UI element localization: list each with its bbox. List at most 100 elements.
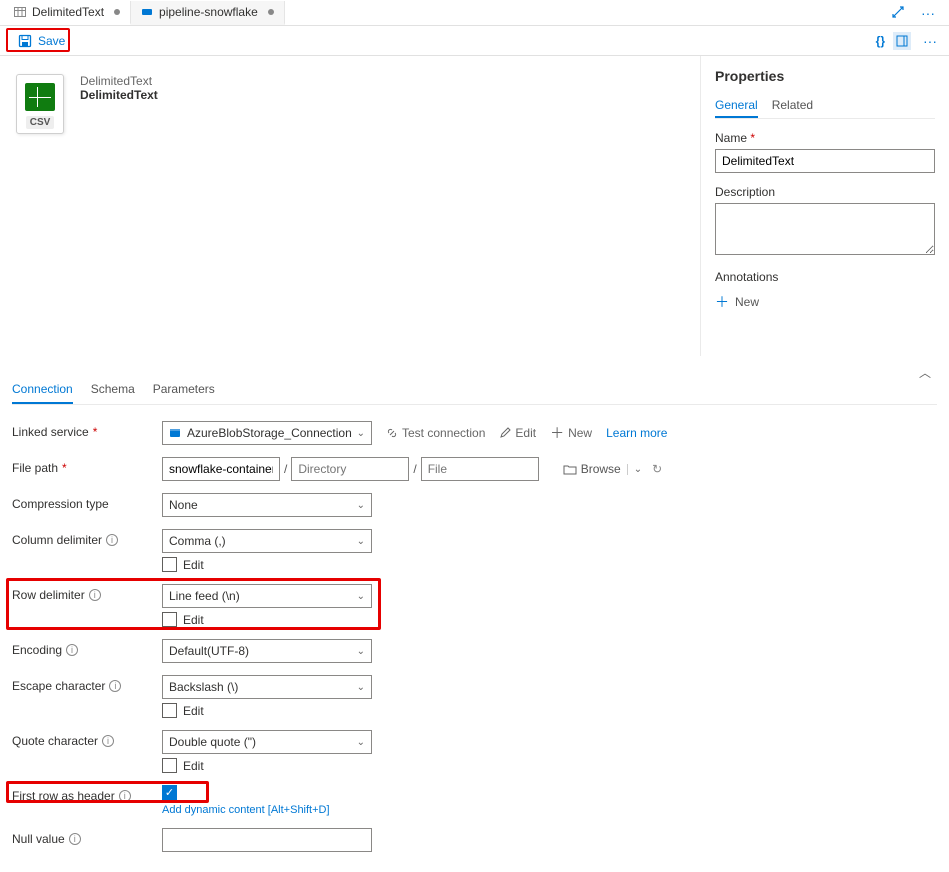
link-icon (386, 427, 398, 439)
new-annotation-label: New (735, 295, 759, 309)
linked-service-value: AzureBlobStorage_Connection (187, 426, 352, 440)
expand-icon[interactable] (887, 3, 909, 23)
more-icon[interactable]: ··· (917, 3, 939, 23)
description-input[interactable] (715, 203, 935, 255)
chevron-down-icon: ⌄ (357, 536, 365, 547)
connection-section: Connection Schema Parameters ︿ Linked se… (0, 356, 949, 872)
save-icon (18, 34, 32, 48)
null-value-label: Null valuei (12, 828, 162, 846)
modified-dot-icon (268, 9, 274, 15)
pencil-icon (499, 427, 511, 439)
name-input[interactable] (715, 149, 935, 173)
chevron-down-icon: ⌄ (357, 428, 365, 439)
main-row: CSV DelimitedText DelimitedText Properti… (0, 56, 949, 356)
encoding-select[interactable]: Default(UTF-8) ⌄ (162, 639, 372, 663)
tab-label: DelimitedText (32, 5, 104, 19)
tab-related[interactable]: Related (772, 94, 813, 118)
file-path-file-input[interactable] (421, 457, 539, 481)
file-path-directory-input[interactable] (291, 457, 409, 481)
modified-dot-icon (114, 9, 120, 15)
quote-char-value: Double quote (") (169, 735, 256, 749)
properties-title: Properties (715, 68, 935, 84)
column-delimiter-edit-checkbox[interactable] (162, 557, 177, 572)
description-label: Description (715, 185, 935, 199)
section-tab-schema[interactable]: Schema (91, 376, 135, 404)
quote-char-select[interactable]: Double quote (") ⌄ (162, 730, 372, 754)
encoding-value: Default(UTF-8) (169, 644, 249, 658)
toolbar: Save {} ··· (0, 26, 949, 56)
properties-panel: Properties General Related Name Descript… (701, 56, 949, 356)
plus-icon: ＋ (715, 292, 729, 312)
storage-icon (169, 427, 181, 439)
learn-more-link[interactable]: Learn more (606, 426, 667, 440)
info-icon[interactable]: i (106, 534, 118, 546)
new-linked-service-button[interactable]: ＋ New (550, 423, 592, 443)
test-connection-button[interactable]: Test connection (386, 426, 485, 440)
file-path-label: File path (12, 457, 162, 475)
escape-char-value: Backslash (\) (169, 680, 238, 694)
info-icon[interactable]: i (119, 790, 131, 802)
file-path-row: / / Browse ⌄ ↻ (162, 457, 937, 481)
save-label: Save (38, 34, 65, 48)
add-annotation-button[interactable]: ＋ New (715, 292, 759, 312)
dataset-section-tabs: Connection Schema Parameters ︿ (12, 356, 937, 405)
null-value-input[interactable] (162, 828, 372, 852)
escape-char-label: Escape characteri (12, 675, 162, 693)
file-path-refresh-icon[interactable]: ↻ (652, 462, 662, 476)
tab-label: pipeline-snowflake (159, 5, 258, 19)
quote-char-label: Quote characteri (12, 730, 162, 748)
file-path-container-input[interactable] (162, 457, 280, 481)
edit-checkbox-label: Edit (183, 558, 204, 572)
path-separator: / (284, 462, 287, 476)
add-dynamic-content-link[interactable]: Add dynamic content [Alt+Shift+D] (162, 804, 937, 816)
tab-pipeline-snowflake[interactable]: pipeline-snowflake (131, 1, 285, 25)
encoding-label: Encodingi (12, 639, 162, 657)
chevron-down-icon: ⌄ (357, 737, 365, 748)
linked-service-label: Linked service (12, 421, 162, 439)
browse-button[interactable]: Browse (563, 462, 621, 476)
row-delimiter-edit-checkbox[interactable] (162, 612, 177, 627)
tab-delimitedtext[interactable]: DelimitedText (4, 1, 131, 25)
info-icon[interactable]: i (66, 644, 78, 656)
row-delimiter-value: Line feed (\n) (169, 589, 240, 603)
properties-toggle-icon[interactable] (893, 32, 911, 50)
name-label: Name (715, 131, 935, 145)
csv-file-icon: CSV (16, 74, 64, 134)
quote-char-edit-checkbox[interactable] (162, 758, 177, 773)
plus-icon: ＋ (550, 423, 564, 443)
info-icon[interactable]: i (89, 589, 101, 601)
column-delimiter-select[interactable]: Comma (,) ⌄ (162, 529, 372, 553)
linked-service-select[interactable]: AzureBlobStorage_Connection ⌄ (162, 421, 372, 445)
compression-value: None (169, 498, 198, 512)
edit-checkbox-label: Edit (183, 613, 204, 627)
csv-badge: CSV (26, 116, 55, 129)
first-row-header-label: First row as headeri (12, 785, 162, 803)
editor-tabbar: DelimitedText pipeline-snowflake ··· (0, 0, 949, 26)
section-tab-parameters[interactable]: Parameters (153, 376, 215, 404)
edit-checkbox-label: Edit (183, 759, 204, 773)
tab-general[interactable]: General (715, 94, 758, 118)
row-delimiter-select[interactable]: Line feed (\n) ⌄ (162, 584, 372, 608)
save-button[interactable]: Save (8, 30, 75, 52)
dataset-type-label: DelimitedText (80, 74, 158, 88)
code-view-icon[interactable]: {} (876, 34, 885, 48)
info-icon[interactable]: i (102, 735, 114, 747)
compression-select[interactable]: None ⌄ (162, 493, 372, 517)
section-collapse-icon[interactable]: ︿ (919, 364, 931, 381)
dataset-title-block: DelimitedText DelimitedText (80, 74, 158, 102)
chevron-down-icon: ⌄ (357, 500, 365, 511)
escape-char-edit-checkbox[interactable] (162, 703, 177, 718)
info-icon[interactable]: i (109, 680, 121, 692)
section-tab-connection[interactable]: Connection (12, 376, 73, 404)
info-icon[interactable]: i (69, 833, 81, 845)
browse-dropdown-icon[interactable]: ⌄ (627, 464, 642, 475)
escape-char-select[interactable]: Backslash (\) ⌄ (162, 675, 372, 699)
linked-service-row: AzureBlobStorage_Connection ⌄ Test conne… (162, 421, 937, 445)
column-delimiter-label: Column delimiteri (12, 529, 162, 547)
dataset-header: CSV DelimitedText DelimitedText (0, 66, 700, 142)
edit-linked-service-button[interactable]: Edit (499, 426, 536, 440)
folder-icon (563, 463, 577, 475)
toolbar-more-icon[interactable]: ··· (919, 31, 941, 51)
connection-form: Linked service AzureBlobStorage_Connecti… (12, 405, 937, 852)
canvas: CSV DelimitedText DelimitedText (0, 56, 701, 356)
